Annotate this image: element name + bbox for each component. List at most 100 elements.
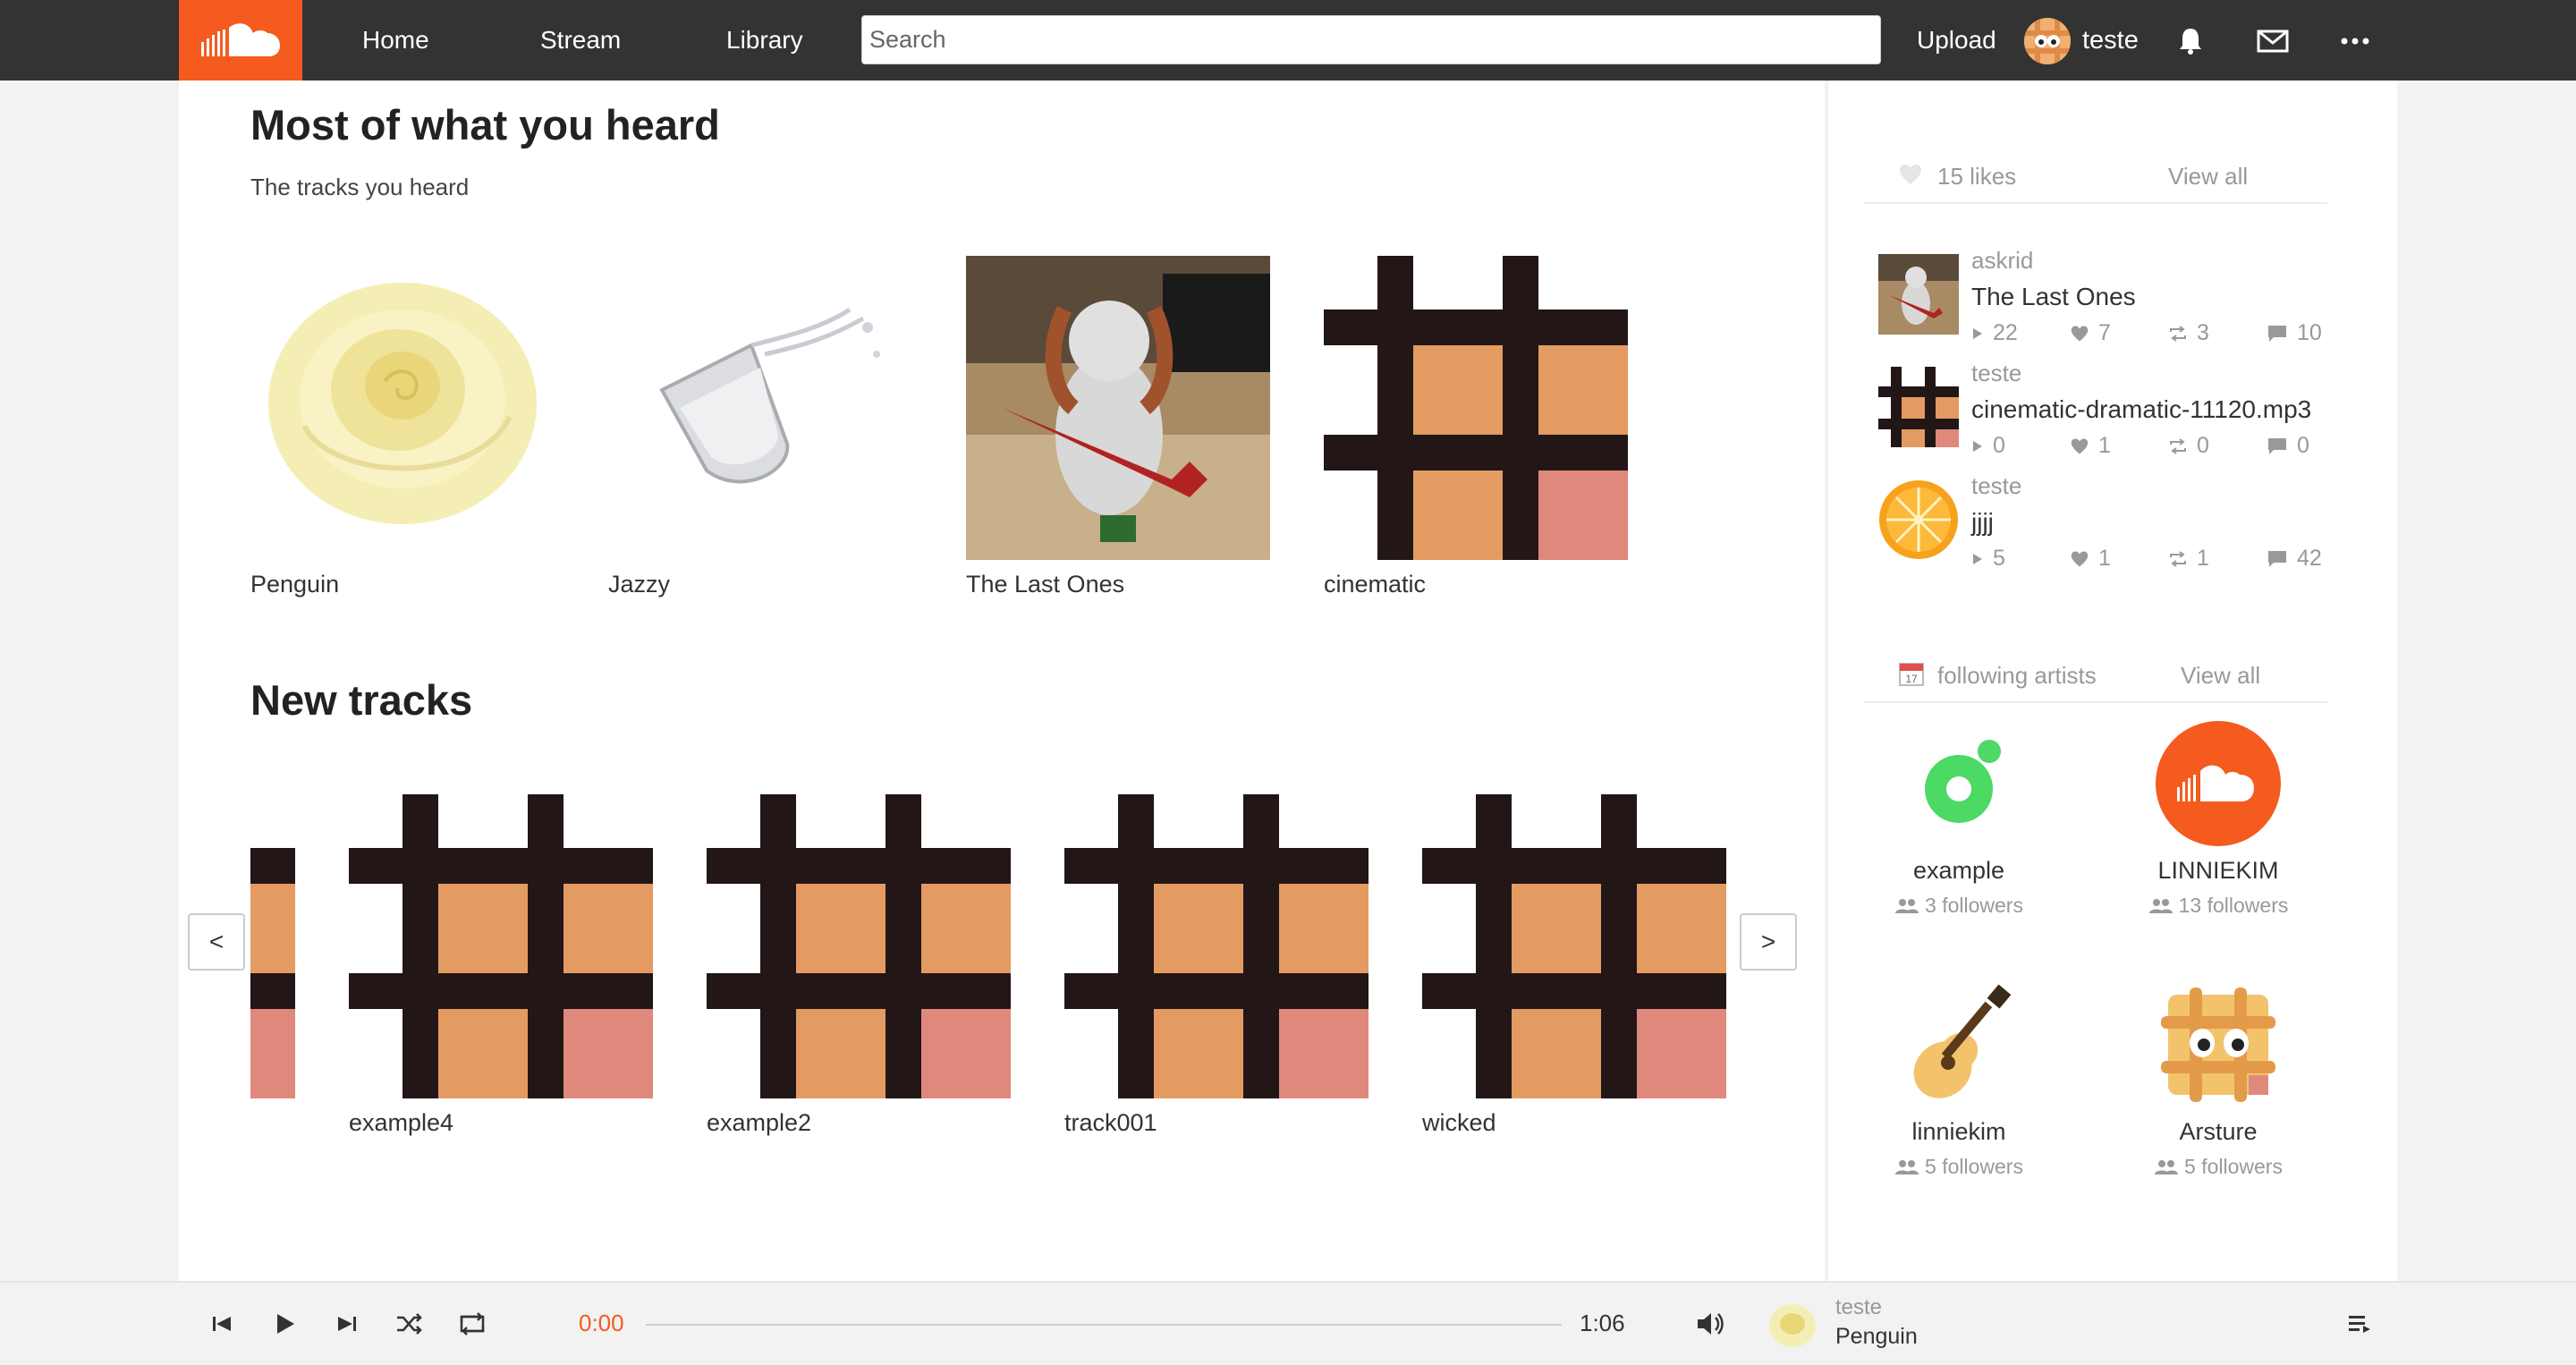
likes-view-all-link[interactable]: View all xyxy=(2168,163,2248,191)
track-artwork-grid[interactable] xyxy=(1324,256,1628,560)
comment-icon xyxy=(2268,550,2286,567)
track-artwork-grid[interactable] xyxy=(707,794,1011,1098)
track-title[interactable]: The Last Ones xyxy=(966,571,1270,598)
artist-name[interactable]: example xyxy=(1834,857,2084,885)
track-title[interactable]: track001 xyxy=(1064,1109,1368,1137)
comment-count: 0 xyxy=(2297,433,2309,458)
artist-name[interactable]: LINNIEKIM xyxy=(2093,857,2343,885)
repost-count: 0 xyxy=(2197,433,2209,458)
track-card[interactable]: cinematic xyxy=(1324,256,1628,598)
carousel-next-button[interactable]: > xyxy=(1740,913,1797,971)
liked-track-item[interactable]: teste cinematic-dramatic-11120.mp3 0 1 0… xyxy=(1878,360,2379,467)
track-stats: 0 1 0 0 xyxy=(1971,433,2365,459)
track-title[interactable]: wicked xyxy=(1422,1109,1726,1137)
more-icon[interactable] xyxy=(2336,22,2374,60)
play-icon[interactable] xyxy=(267,1306,302,1342)
artist-card[interactable]: linniekim 5 followers xyxy=(1834,982,2084,1179)
artist-avatar[interactable] xyxy=(2156,982,2281,1107)
track-card[interactable]: The Last Ones xyxy=(966,256,1270,598)
repeat-icon[interactable] xyxy=(454,1306,490,1342)
next-icon[interactable] xyxy=(329,1306,365,1342)
bell-icon[interactable] xyxy=(2172,22,2209,60)
liked-track-artwork[interactable] xyxy=(1878,254,1959,335)
search-input[interactable] xyxy=(861,15,1881,64)
track-card[interactable]: wicked xyxy=(1422,794,1726,1137)
liked-track-user[interactable]: teste xyxy=(1971,472,2021,500)
liked-track-artwork[interactable] xyxy=(1878,479,1959,560)
repost-count: 3 xyxy=(2197,320,2209,345)
previous-icon[interactable] xyxy=(204,1306,240,1342)
liked-track-item[interactable]: teste jjjj 5 1 1 42 xyxy=(1878,472,2379,580)
divider xyxy=(1864,701,2327,703)
artist-name[interactable]: linniekim xyxy=(1834,1118,2084,1146)
mail-icon[interactable] xyxy=(2254,22,2292,60)
nav-stream[interactable]: Stream xyxy=(540,0,621,81)
carousel-prev-button[interactable]: < xyxy=(188,913,245,971)
user-avatar[interactable] xyxy=(2024,18,2071,64)
track-card[interactable]: example2 xyxy=(707,794,1011,1137)
track-artwork-glass[interactable] xyxy=(608,256,912,560)
rose-icon xyxy=(250,256,555,560)
liked-track-title[interactable]: The Last Ones xyxy=(1971,283,2136,311)
green-ring-avatar-icon xyxy=(1925,740,2001,823)
track-card[interactable]: track001 xyxy=(1064,794,1368,1137)
nav-home[interactable]: Home xyxy=(362,0,429,81)
liked-track-item[interactable]: askrid The Last Ones 22 7 3 10 xyxy=(1878,247,2379,354)
play-count-icon xyxy=(1973,440,1982,452)
now-playing-title[interactable]: Penguin xyxy=(1835,1324,1918,1350)
artist-avatar[interactable] xyxy=(1896,721,2021,846)
repost-icon xyxy=(2170,325,2186,342)
track-artwork-grid[interactable] xyxy=(349,794,653,1098)
divider xyxy=(1864,202,2327,204)
track-artwork-grid[interactable] xyxy=(1064,794,1368,1098)
play-count-icon xyxy=(1973,327,1982,339)
upload-button[interactable]: Upload xyxy=(1917,0,1996,81)
track-title[interactable]: cinematic xyxy=(1324,571,1628,598)
artist-card[interactable]: example 3 followers xyxy=(1834,721,2084,918)
track-card[interactable]: example4 xyxy=(349,794,653,1137)
track-artwork-cat-guitar[interactable] xyxy=(966,256,1270,560)
following-artists-label[interactable]: following artists xyxy=(1937,662,2097,690)
artist-avatar[interactable] xyxy=(2156,721,2281,846)
queue-icon[interactable] xyxy=(2342,1306,2377,1342)
partial-track-card[interactable] xyxy=(250,794,295,1098)
track-title[interactable]: Penguin xyxy=(250,571,555,598)
artist-followers: 3 followers xyxy=(1834,894,2084,918)
artist-card[interactable]: LINNIEKIM 13 followers xyxy=(2093,721,2343,918)
like-count: 7 xyxy=(2098,320,2111,345)
artist-avatar[interactable] xyxy=(1896,982,2021,1107)
track-artwork-grid[interactable] xyxy=(1422,794,1726,1098)
like-count-icon xyxy=(2071,438,2089,454)
now-playing-user[interactable]: teste xyxy=(1835,1295,1882,1320)
liked-track-title[interactable]: jjjj xyxy=(1971,508,1994,537)
artist-name[interactable]: Arsture xyxy=(2093,1118,2343,1146)
most-heard-title: Most of what you heard xyxy=(250,101,720,148)
liked-track-user[interactable]: teste xyxy=(1971,360,2021,387)
liked-track-artwork[interactable] xyxy=(1878,367,1959,447)
track-title[interactable]: example2 xyxy=(707,1109,1011,1137)
volume-icon[interactable] xyxy=(1692,1306,1728,1342)
following-view-all-link[interactable]: View all xyxy=(2181,662,2260,690)
progress-bar[interactable] xyxy=(646,1324,1562,1326)
cloud-logo-icon xyxy=(201,23,280,56)
soundcloud-logo[interactable] xyxy=(179,0,302,81)
nav-library[interactable]: Library xyxy=(726,0,803,81)
like-count: 1 xyxy=(2098,546,2111,571)
track-card[interactable]: Penguin xyxy=(250,256,555,598)
now-playing-artwork[interactable] xyxy=(1767,1301,1818,1351)
username-label[interactable]: teste xyxy=(2082,0,2139,81)
track-title[interactable]: Jazzy xyxy=(608,571,912,598)
artist-card[interactable]: Arsture 5 followers xyxy=(2093,982,2343,1179)
heart-icon xyxy=(1900,165,1921,184)
likes-count[interactable]: 15 likes xyxy=(1937,163,2016,191)
shuffle-icon[interactable] xyxy=(392,1306,428,1342)
playback-bar: 0:00 1:06 teste Penguin xyxy=(0,1281,2576,1365)
liked-track-title[interactable]: cinematic-dramatic-11120.mp3 xyxy=(1971,395,2311,424)
track-card[interactable]: Jazzy xyxy=(608,256,912,598)
new-tracks-title: New tracks xyxy=(250,676,473,724)
cloud-avatar-icon xyxy=(2156,721,2281,846)
track-artwork-rose[interactable] xyxy=(250,256,555,560)
play-count: 5 xyxy=(1993,546,2005,571)
liked-track-user[interactable]: askrid xyxy=(1971,247,2033,275)
track-title[interactable]: example4 xyxy=(349,1109,653,1137)
